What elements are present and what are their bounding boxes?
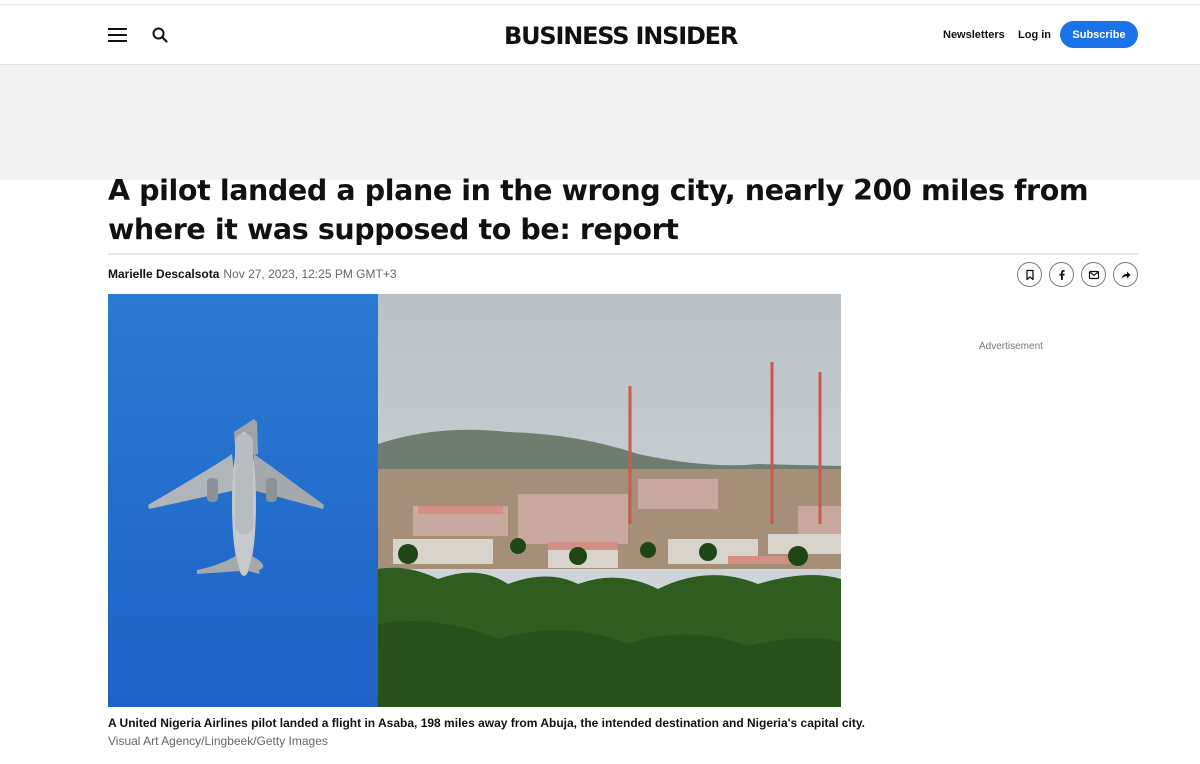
headline-divider: [108, 253, 1138, 255]
author-link[interactable]: Marielle Descalsota: [108, 267, 219, 281]
facebook-icon[interactable]: [1049, 262, 1074, 287]
subscribe-button[interactable]: Subscribe: [1060, 21, 1138, 48]
advertisement-label: Advertisement: [979, 341, 1043, 352]
login-link[interactable]: Log in: [1018, 27, 1051, 43]
email-icon[interactable]: [1081, 262, 1106, 287]
headline-container: A pilot landed a plane in the wrong city…: [108, 168, 1138, 246]
image-credit: Visual Art Agency/Lingbeek/Getty Images: [108, 734, 328, 748]
site-logo[interactable]: BUSINESS INSIDER: [504, 22, 738, 50]
newsletters-link[interactable]: Newsletters: [943, 27, 1005, 43]
share-arrow-icon[interactable]: [1113, 262, 1138, 287]
article-hero-image[interactable]: [108, 294, 841, 707]
top-ad-slot: [0, 65, 1200, 180]
byline: Marielle Descalsota Nov 27, 2023, 12:25 P…: [108, 267, 397, 281]
site-header: BUSINESS INSIDER Newsletters Log in Subs…: [0, 4, 1200, 65]
article-headline: A pilot landed a plane in the wrong city…: [108, 174, 1089, 246]
city-panel: [378, 294, 841, 707]
search-icon[interactable]: [151, 26, 169, 44]
image-caption: A United Nigeria Airlines pilot landed a…: [108, 716, 866, 730]
publish-date: Nov 27, 2023, 12:25 PM GMT+3: [223, 267, 397, 281]
hamburger-menu-icon[interactable]: [108, 28, 128, 44]
bookmark-icon[interactable]: [1017, 262, 1042, 287]
